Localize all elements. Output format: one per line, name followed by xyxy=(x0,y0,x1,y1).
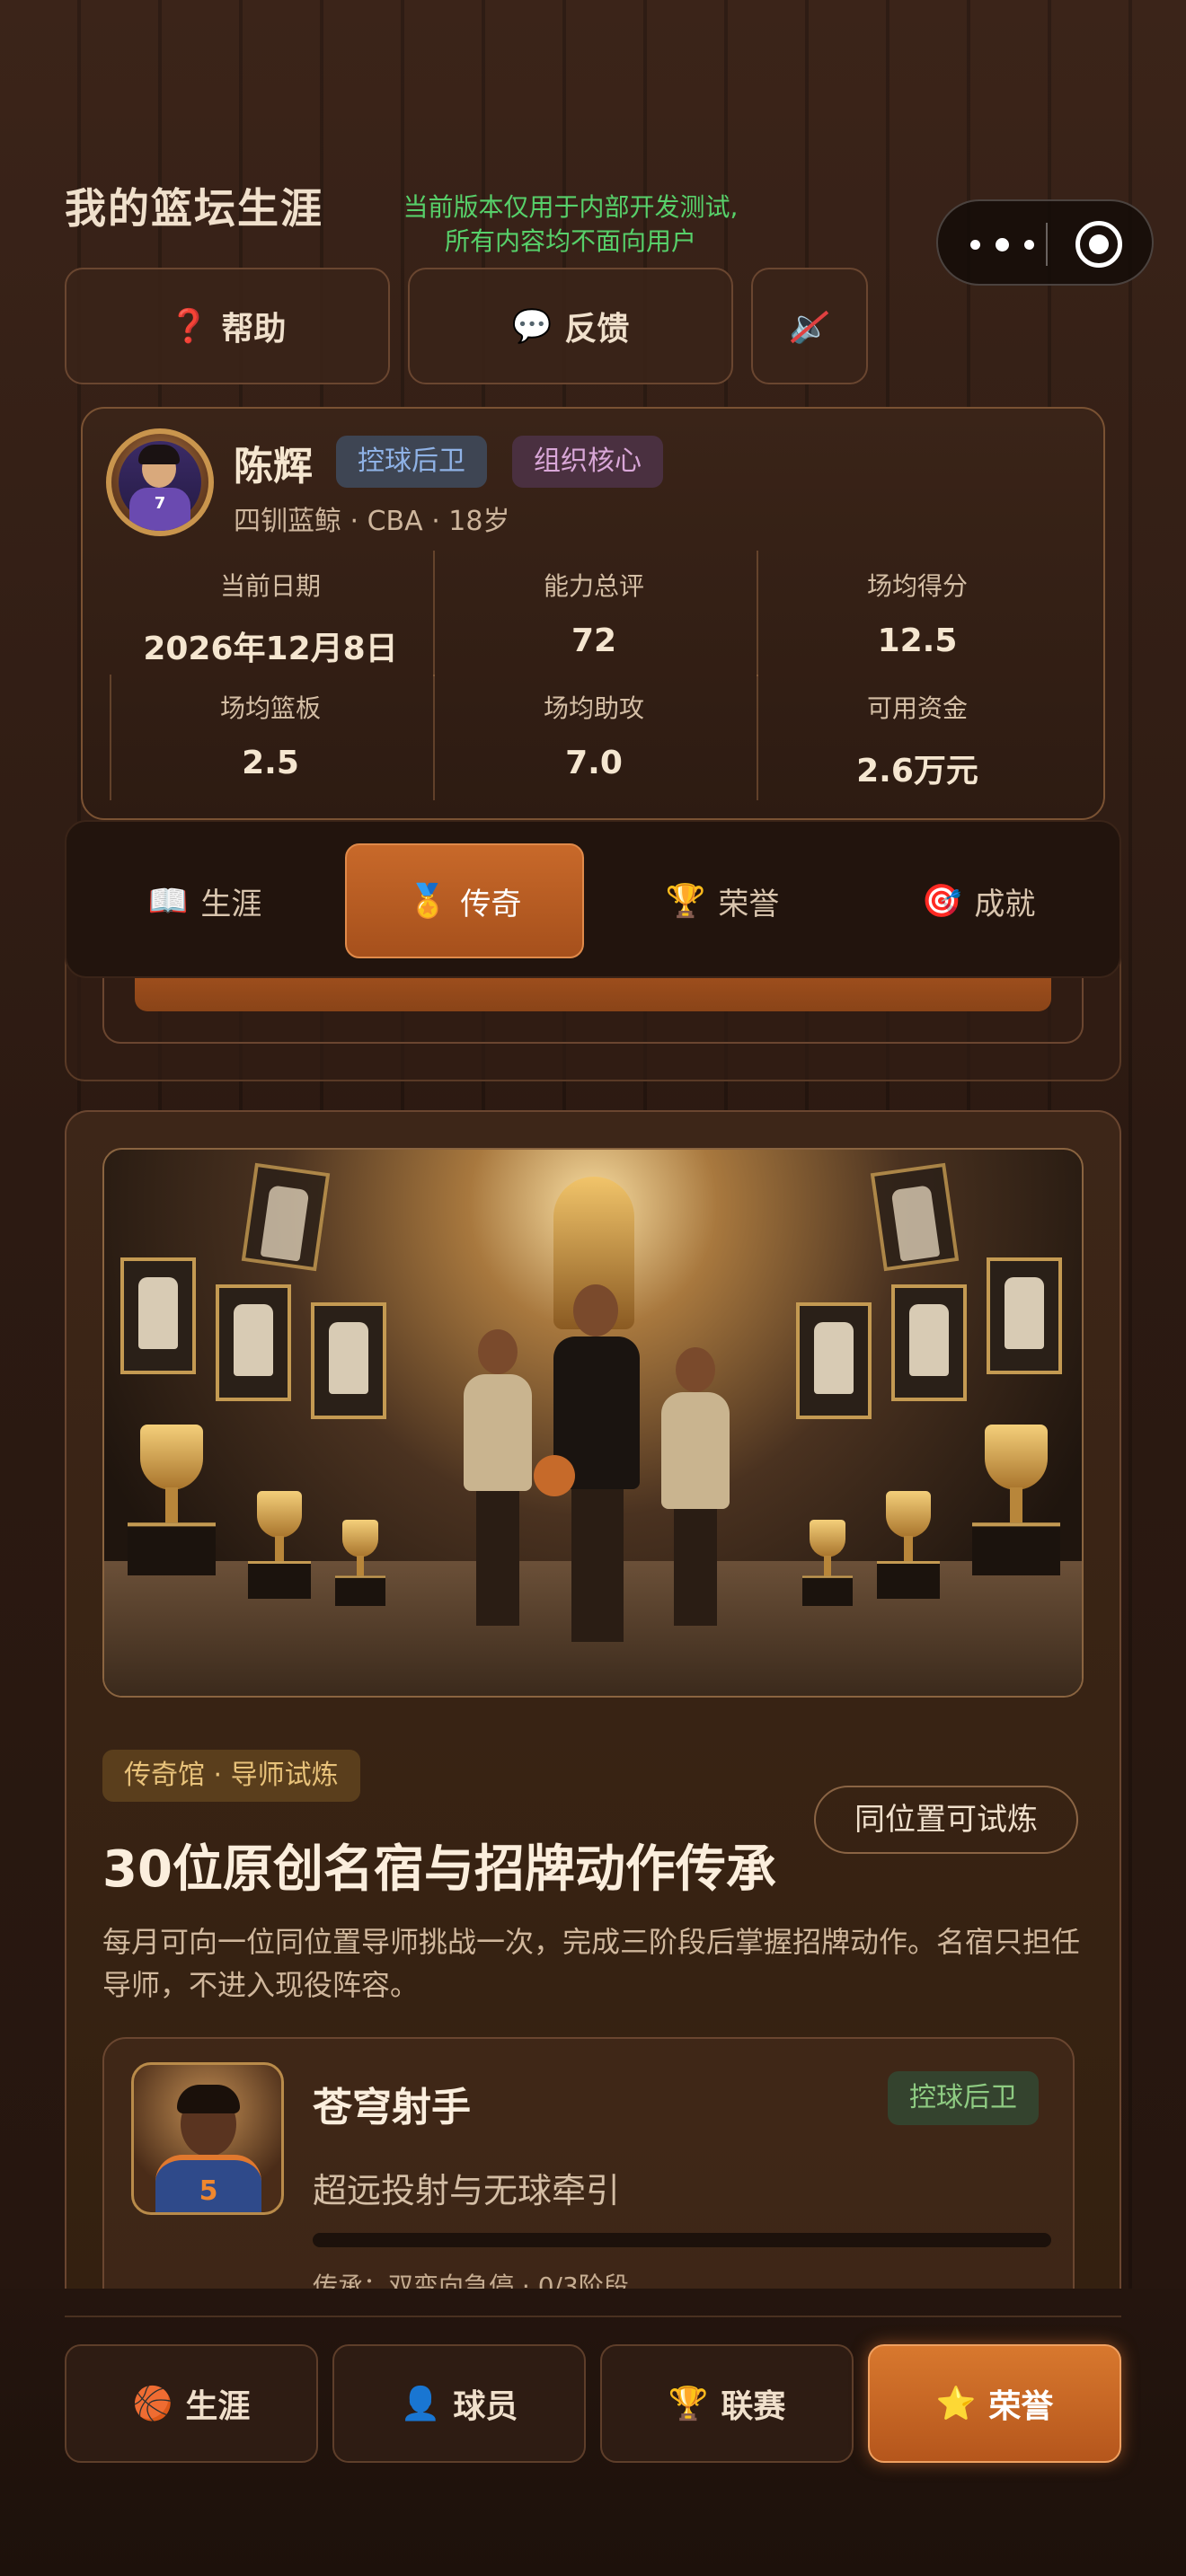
stat-value: 2.5 xyxy=(242,745,299,781)
legend-hall-illustration xyxy=(102,1148,1084,1698)
mentor-position-badge: 控球后卫 xyxy=(888,2071,1039,2125)
nav-label: 联赛 xyxy=(721,2388,786,2425)
mini-program-capsule xyxy=(936,199,1154,286)
tab-label: 传奇 xyxy=(460,886,522,922)
page-title: 我的篮坛生涯 xyxy=(65,184,323,233)
speech-bubble-icon: 💬 xyxy=(511,308,553,345)
player-meta: 四钏蓝鲸 · CBA · 18岁 xyxy=(234,506,510,537)
nav-label: 生涯 xyxy=(185,2388,251,2425)
stat-value: 2.6万元 xyxy=(856,753,978,790)
player-name: 陈辉 xyxy=(234,444,313,490)
player-profile-card: 7 陈辉 控球后卫 组织核心 四钏蓝鲸 · CBA · 18岁 当前日期 202… xyxy=(81,407,1105,820)
tab-label: 荣誉 xyxy=(718,886,780,922)
stat-label: 能力总评 xyxy=(543,571,644,601)
mentor-name: 苍穹射手 xyxy=(313,2085,471,2130)
tab-label: 成就 xyxy=(974,886,1036,922)
tab-label: 生涯 xyxy=(200,886,262,922)
role-badge: 组织核心 xyxy=(512,436,663,488)
stat-label: 场均得分 xyxy=(866,571,968,601)
dev-notice-line1: 当前版本仅用于内部开发测试, xyxy=(403,192,739,222)
target-icon: 🎯 xyxy=(921,883,962,920)
stat-points: 场均得分 12.5 xyxy=(755,567,1080,659)
nav-label: 球员 xyxy=(453,2388,518,2425)
nav-career[interactable]: 🏀 生涯 xyxy=(65,2344,318,2463)
more-icon[interactable] xyxy=(965,228,1040,260)
help-button[interactable]: ❓ 帮助 xyxy=(65,268,390,384)
user-icon: 👤 xyxy=(400,2386,441,2422)
avatar-jersey-number: 7 xyxy=(129,488,190,531)
medal-icon: 🏅 xyxy=(407,883,448,920)
stat-label: 当前日期 xyxy=(219,571,321,601)
nav-label: 荣誉 xyxy=(988,2388,1054,2425)
stat-rebounds: 场均篮板 2.5 xyxy=(108,689,433,781)
legend-hall-description: 每月可向一位同位置导师挑战一次，完成三阶段后掌握招牌动作。名宿只担任导师，不进入… xyxy=(102,1925,1081,2002)
feedback-label: 反馈 xyxy=(564,311,630,348)
tab-achievements[interactable]: 🎯 成就 xyxy=(875,843,1082,958)
bottom-nav-divider xyxy=(65,2316,1121,2317)
tab-legend[interactable]: 🏅 传奇 xyxy=(345,843,584,958)
star-icon: ⭐ xyxy=(935,2386,977,2422)
same-position-trial-button[interactable]: 同位置可试炼 xyxy=(814,1786,1078,1854)
nav-honors[interactable]: ⭐ 荣誉 xyxy=(868,2344,1121,2463)
feedback-button[interactable]: 💬 反馈 xyxy=(408,268,733,384)
sound-toggle-button[interactable]: 🔈 xyxy=(751,268,868,384)
position-badge: 控球后卫 xyxy=(336,436,487,488)
tab-honors[interactable]: 🏆 荣誉 xyxy=(624,843,821,958)
mentor-avatar: 5 xyxy=(131,2062,284,2215)
stat-label: 可用资金 xyxy=(866,693,968,723)
book-icon: 📖 xyxy=(147,883,189,920)
speaker-muted-icon: 🔈 xyxy=(790,307,830,345)
nav-player[interactable]: 👤 球员 xyxy=(332,2344,586,2463)
mentor-skill: 超远投射与无球牵引 xyxy=(313,2171,621,2210)
mentor-jersey-number: 5 xyxy=(155,2155,261,2212)
stat-current-date: 当前日期 2026年12月8日 xyxy=(108,567,433,669)
player-avatar[interactable]: 7 xyxy=(106,428,214,536)
section-tabs: 📖 生涯 🏅 传奇 🏆 荣誉 🎯 成就 xyxy=(65,820,1121,978)
stat-label: 场均篮板 xyxy=(219,693,321,723)
stat-overall: 能力总评 72 xyxy=(431,567,757,659)
dev-notice: 当前版本仅用于内部开发测试, 所有内容均不面向用户 xyxy=(386,190,755,259)
stat-funds: 可用资金 2.6万元 xyxy=(755,689,1080,791)
capsule-divider xyxy=(1046,223,1048,266)
basketball-icon: 🏀 xyxy=(132,2386,173,2422)
close-miniprogram-icon[interactable] xyxy=(1075,221,1122,268)
stat-value: 2026年12月8日 xyxy=(143,631,398,667)
help-label: 帮助 xyxy=(221,311,287,348)
legend-hall-tag: 传奇馆 · 导师试炼 xyxy=(102,1750,360,1802)
stat-value: 72 xyxy=(571,622,617,659)
trophy-icon: 🏆 xyxy=(665,883,706,920)
nav-league[interactable]: 🏆 联赛 xyxy=(600,2344,854,2463)
legend-hall-title: 30位原创名宿与招牌动作传承 xyxy=(102,1840,776,1899)
dev-notice-line2: 所有内容均不面向用户 xyxy=(444,226,696,256)
tab-career[interactable]: 📖 生涯 xyxy=(106,843,304,958)
stat-value: 12.5 xyxy=(877,622,958,659)
stat-value: 7.0 xyxy=(565,745,623,781)
stat-assists: 场均助攻 7.0 xyxy=(431,689,757,781)
question-icon: ❓ xyxy=(168,308,209,345)
stat-label: 场均助攻 xyxy=(543,693,644,723)
mentor-progress-bar xyxy=(313,2233,1051,2247)
trophy-icon: 🏆 xyxy=(668,2386,709,2422)
